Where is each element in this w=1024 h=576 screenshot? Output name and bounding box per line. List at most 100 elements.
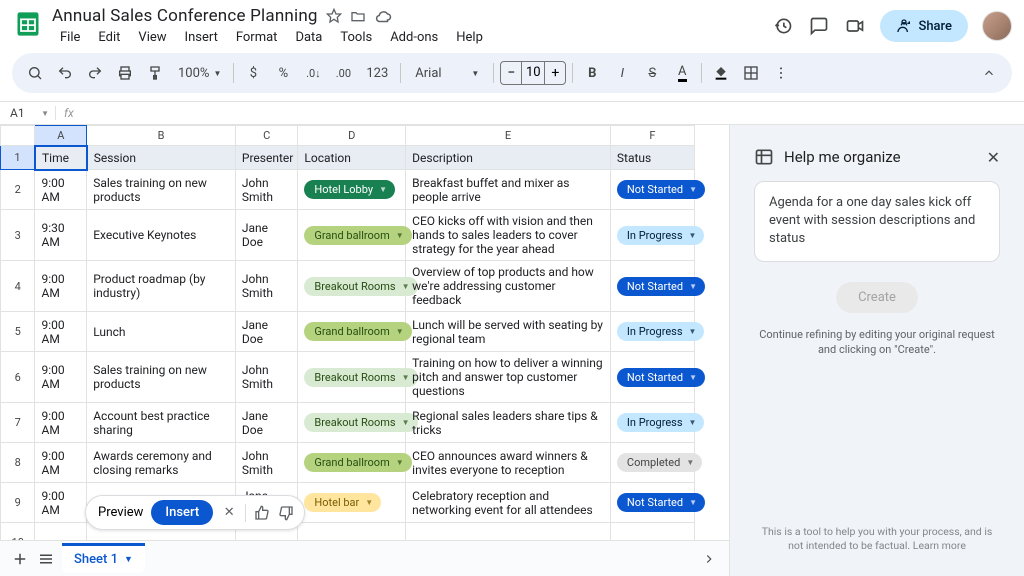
location-chip[interactable]: Grand ballroom▼: [304, 226, 411, 245]
select-all-corner[interactable]: [1, 126, 35, 146]
print-icon[interactable]: [112, 60, 138, 86]
cell[interactable]: Not Started▼: [610, 483, 694, 523]
share-button[interactable]: Share: [880, 10, 968, 42]
cell[interactable]: Jane Doe: [235, 403, 298, 443]
row-header[interactable]: 4: [1, 261, 35, 312]
strike-icon[interactable]: S: [639, 60, 665, 86]
comment-icon[interactable]: [808, 15, 830, 37]
close-icon[interactable]: ✕: [987, 148, 1000, 167]
dec-dec-icon[interactable]: .0↓: [300, 60, 326, 86]
location-chip[interactable]: Breakout Rooms▼: [304, 277, 417, 296]
cell[interactable]: Awards ceremony and closing remarks: [87, 443, 236, 483]
all-sheets-icon[interactable]: [36, 549, 56, 569]
menu-help[interactable]: Help: [448, 28, 491, 47]
create-button[interactable]: Create: [836, 282, 918, 313]
borders-icon[interactable]: [738, 60, 764, 86]
font-size[interactable]: − 10 +: [500, 61, 566, 85]
menu-tools[interactable]: Tools: [332, 28, 380, 47]
cell[interactable]: Location: [298, 146, 406, 170]
cell[interactable]: 9:00 AM: [35, 483, 87, 523]
cell[interactable]: Hotel Lobby▼: [298, 170, 406, 210]
cell[interactable]: 9:00 AM: [35, 261, 87, 312]
cell[interactable]: Executive Keynotes: [87, 210, 236, 261]
redo-icon[interactable]: [82, 60, 108, 86]
cell[interactable]: Overview of top products and how we're a…: [406, 261, 611, 312]
collapse-toolbar-icon[interactable]: [976, 60, 1002, 86]
status-chip[interactable]: Not Started▼: [617, 368, 705, 387]
font-select[interactable]: Arial▼: [407, 60, 487, 86]
row-header[interactable]: 3: [1, 210, 35, 261]
cell[interactable]: John Smith: [235, 443, 298, 483]
cell[interactable]: Hotel bar▼: [298, 483, 406, 523]
location-chip[interactable]: Hotel bar▼: [304, 493, 381, 512]
cell[interactable]: CEO announces award winners & invites ev…: [406, 443, 611, 483]
status-chip[interactable]: Not Started▼: [617, 493, 705, 512]
cell[interactable]: 9:00 AM: [35, 170, 87, 210]
location-chip[interactable]: Grand ballroom▼: [304, 322, 411, 341]
sheets-logo[interactable]: [12, 8, 44, 40]
status-chip[interactable]: Completed▼: [617, 453, 702, 472]
cell[interactable]: Grand ballroom▼: [298, 312, 406, 352]
fill-color-icon[interactable]: [708, 60, 734, 86]
cell[interactable]: Sales training on new products: [87, 352, 236, 403]
cell[interactable]: Lunch: [87, 312, 236, 352]
cell[interactable]: Status: [610, 146, 694, 170]
row-header[interactable]: 7: [1, 403, 35, 443]
bold-icon[interactable]: B: [579, 60, 605, 86]
doc-title[interactable]: Annual Sales Conference Planning: [52, 6, 318, 26]
close-icon[interactable]: ✕: [221, 505, 237, 521]
cell[interactable]: 9:30 AM: [35, 210, 87, 261]
undo-icon[interactable]: [52, 60, 78, 86]
spreadsheet-grid[interactable]: A B C D E F 1 Time Session Presenter Loc…: [0, 125, 730, 576]
location-chip[interactable]: Grand ballroom▼: [304, 453, 411, 472]
cell[interactable]: 9:00 AM: [35, 312, 87, 352]
status-chip[interactable]: In Progress▼: [617, 322, 705, 341]
cell[interactable]: In Progress▼: [610, 210, 694, 261]
cell[interactable]: Celebratory reception and networking eve…: [406, 483, 611, 523]
cell[interactable]: Description: [406, 146, 611, 170]
star-icon[interactable]: [326, 8, 342, 24]
cell[interactable]: Breakout Rooms▼: [298, 261, 406, 312]
search-icon[interactable]: [22, 60, 48, 86]
zoom-select[interactable]: 100% ▼: [172, 60, 227, 86]
text-color-icon[interactable]: A: [669, 60, 695, 86]
cell[interactable]: Not Started▼: [610, 352, 694, 403]
cell[interactable]: Time: [35, 146, 87, 170]
row-header[interactable]: 9: [1, 483, 35, 523]
dec-size[interactable]: −: [501, 62, 521, 84]
cell[interactable]: Grand ballroom▼: [298, 443, 406, 483]
cell[interactable]: Presenter: [235, 146, 298, 170]
cell[interactable]: Training on how to deliver a winning pit…: [406, 352, 611, 403]
thumbs-down-icon[interactable]: [278, 505, 294, 521]
sheet-tab[interactable]: Sheet 1▼: [62, 543, 145, 573]
status-chip[interactable]: Not Started▼: [617, 277, 705, 296]
cell[interactable]: Product roadmap (by industry): [87, 261, 236, 312]
cell[interactable]: Breakout Rooms▼: [298, 403, 406, 443]
meet-icon[interactable]: [844, 15, 866, 37]
inc-dec-icon[interactable]: .00: [330, 60, 356, 86]
row-header[interactable]: 6: [1, 352, 35, 403]
thumbs-up-icon[interactable]: [254, 505, 270, 521]
col-header[interactable]: C: [235, 126, 298, 146]
row-header[interactable]: 2: [1, 170, 35, 210]
cell[interactable]: CEO kicks off with vision and then hands…: [406, 210, 611, 261]
cell[interactable]: In Progress▼: [610, 312, 694, 352]
cell[interactable]: Lunch will be served with seating by reg…: [406, 312, 611, 352]
more-icon[interactable]: [768, 60, 794, 86]
row-header[interactable]: 8: [1, 443, 35, 483]
menu-data[interactable]: Data: [287, 28, 330, 47]
cell[interactable]: Regional sales leaders share tips & tric…: [406, 403, 611, 443]
status-chip[interactable]: In Progress▼: [617, 413, 705, 432]
cell[interactable]: Grand ballroom▼: [298, 210, 406, 261]
menu-view[interactable]: View: [130, 28, 174, 47]
inc-size[interactable]: +: [545, 62, 565, 84]
paint-format-icon[interactable]: [142, 60, 168, 86]
cell[interactable]: 9:00 AM: [35, 352, 87, 403]
menu-edit[interactable]: Edit: [90, 28, 128, 47]
cell[interactable]: Breakfast buffet and mixer as people arr…: [406, 170, 611, 210]
currency-icon[interactable]: $: [240, 60, 266, 86]
add-sheet-icon[interactable]: [10, 549, 30, 569]
explore-icon[interactable]: [699, 549, 719, 569]
location-chip[interactable]: Breakout Rooms▼: [304, 413, 417, 432]
cell[interactable]: Jane Doe: [235, 312, 298, 352]
